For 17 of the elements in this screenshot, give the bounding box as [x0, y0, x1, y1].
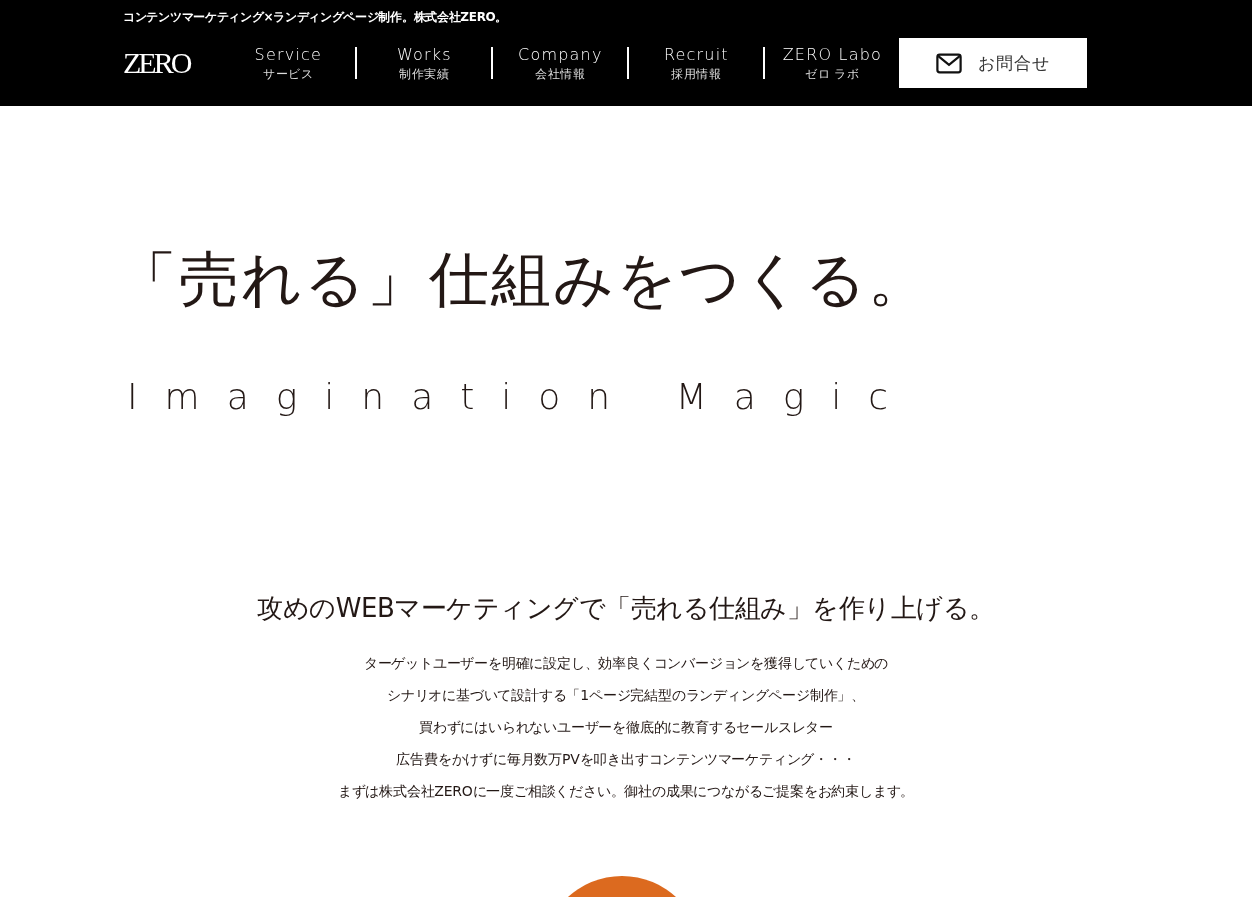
mail-icon — [936, 52, 963, 74]
hero-title: 「売れる」仕組みをつくる。 — [116, 243, 930, 316]
nav-link[interactable]: ZERO Labo ゼロ ラボ — [765, 45, 900, 81]
intro-text-line: ターゲットユーザーを明確に設定し、効率良くコンバージョンを獲得していくための — [363, 654, 889, 673]
intro-text-line: 買わずにはいられないユーザーを徹底的に教育するセールスレター — [419, 718, 833, 737]
site-logo[interactable]: ZERO — [123, 48, 190, 78]
intro-text-line: シナリオに基づいて設計する「1ページ完結型のランディングページ制作」、 — [387, 686, 865, 705]
site-tagline: コンテンツマーケティング×ランディングページ制作。株式会社ZERO。 — [123, 9, 508, 24]
contact-button[interactable]: お問合せ — [899, 38, 1087, 88]
nav-link[interactable]: Company 会社情報 — [493, 45, 628, 81]
nav-link[interactable]: Works 制作実績 — [357, 45, 492, 81]
section-heading: 攻めのWEBマーケティングで「売れる仕組み」を作り上げる。 — [257, 592, 995, 625]
nav-link[interactable]: Service サービス — [221, 45, 356, 81]
intro-text-line: まずは株式会社ZEROに一度ご相談ください。御社の成果につながるご提案をお約束します。 — [337, 782, 915, 801]
nav-link[interactable]: Recruit 採用情報 — [629, 45, 764, 81]
hero-subtitle: Imagination Magic — [127, 375, 916, 419]
intro-text-line: 広告費をかけずに毎月数万PVを叩き出すコンテンツマーケティング・・・ — [396, 750, 856, 769]
